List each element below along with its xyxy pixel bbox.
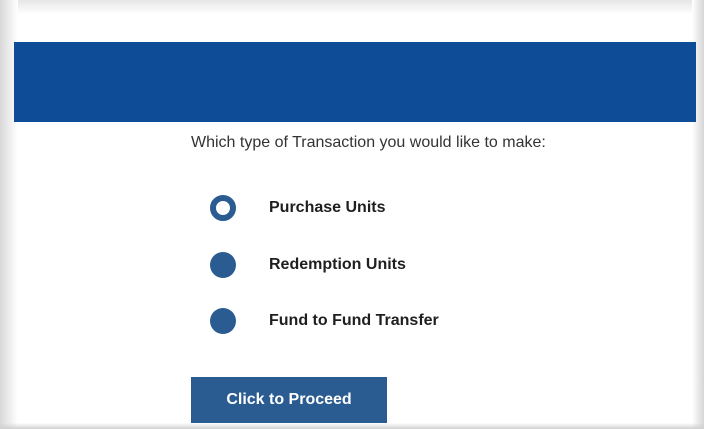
option-label: Redemption Units [269, 256, 406, 273]
radio-selected-icon[interactable] [210, 195, 236, 221]
header-banner [14, 42, 696, 122]
transaction-page: Which type of Transaction you would like… [0, 0, 704, 429]
top-edge-shadow [0, 0, 704, 14]
bottom-edge-shadow [0, 423, 704, 429]
option-label: Purchase Units [269, 199, 386, 216]
radio-unselected-icon[interactable] [210, 252, 236, 278]
proceed-button[interactable]: Click to Proceed [191, 377, 387, 423]
option-redemption-units[interactable]: Redemption Units [210, 250, 406, 280]
transaction-question: Which type of Transaction you would like… [191, 134, 546, 151]
option-purchase-units[interactable]: Purchase Units [210, 193, 385, 223]
option-fund-to-fund-transfer[interactable]: Fund to Fund Transfer [210, 306, 439, 336]
option-label: Fund to Fund Transfer [269, 312, 439, 329]
radio-unselected-icon[interactable] [210, 308, 236, 334]
